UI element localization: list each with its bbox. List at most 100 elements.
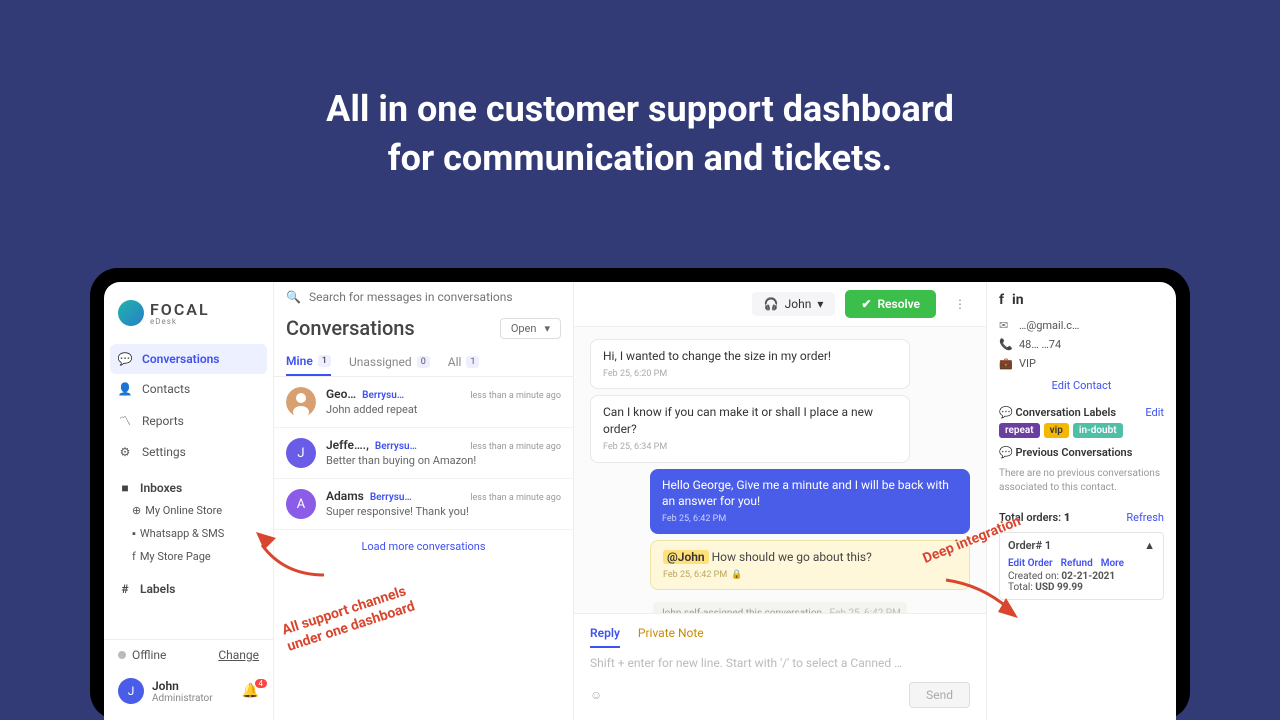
refund-link[interactable]: Refund [1061,558,1093,569]
hero-title: All in one customer support dashboard fo… [0,0,1280,182]
refresh-orders-link[interactable]: Refresh [1126,511,1164,524]
user-role: Administrator [152,693,213,704]
conversation-list: Geo…Berrysu…less than a minute ago John … [274,377,573,720]
avatar: A [286,489,316,519]
app-frame: FOCAL eDesk 💬 Conversations 👤 Contacts 〽… [90,268,1190,720]
search-icon: 🔍 [286,290,301,304]
conversation-item[interactable]: Geo…Berrysu…less than a minute ago John … [274,377,573,428]
check-icon: ✔ [861,297,871,311]
reply-input[interactable]: Shift + enter for new line. Start with '… [590,656,970,676]
prev-conv-empty: There are no previous conversations asso… [999,463,1164,503]
nav-labels-header[interactable]: # Labels [104,568,273,600]
contact-email: …@gmail.c… [1019,319,1079,332]
conversation-item[interactable]: A AdamsBerrysu…less than a minute ago Su… [274,479,573,530]
chevron-down-icon: ▾ [817,297,823,311]
search-input[interactable] [309,290,561,304]
mention: @John [663,550,709,564]
sidebar: FOCAL eDesk 💬 Conversations 👤 Contacts 〽… [104,282,274,720]
emoji-icon[interactable]: ☺ [590,688,602,702]
chat-column: 🎧 John ▾ ✔ Resolve ⋮ Hi, I wanted to cha… [574,282,986,720]
message-inbound: Hi, I wanted to change the size in my or… [590,339,910,389]
email-icon: ✉ [999,319,1011,332]
facebook-icon[interactable]: f [999,292,1004,308]
chevron-down-icon: ▾ [544,322,550,335]
linkedin-icon[interactable]: in [1012,292,1024,308]
user-row[interactable]: J John Administrator 🔔4 [104,670,273,712]
contact-tier: VIP [1019,357,1036,370]
bell-icon[interactable]: 🔔4 [242,683,259,699]
order-toggle[interactable]: Order# 1▲ [1008,539,1155,552]
nav-reports[interactable]: 〽 Reports [104,404,273,437]
send-button[interactable]: Send [909,682,970,708]
reply-tabs: Reply Private Note [574,613,986,648]
briefcase-icon: 💼 [999,357,1011,370]
assignee-dropdown[interactable]: 🎧 John ▾ [752,292,836,316]
avatar: J [118,678,144,704]
nav-inboxes-header[interactable]: ■ Inboxes [104,467,273,499]
label-in-doubt[interactable]: in-doubt [1073,423,1123,438]
order-card: Order# 1▲ Edit Order Refund More Created… [999,532,1164,600]
chat-icon: 💬 [999,406,1013,419]
tab-unassigned[interactable]: Unassigned0 [349,348,430,376]
load-more-link[interactable]: Load more conversations [274,530,573,563]
labels-header: 💬 Conversation Labels Edit [999,398,1164,423]
more-menu-button[interactable]: ⋮ [946,293,974,315]
status-change-link[interactable]: Change [218,648,259,662]
status-row: Offline Change [104,639,273,670]
status-dot-icon [118,651,126,659]
contact-phone: 48… …74 [1019,338,1061,351]
hash-icon: # [118,582,132,596]
tab-private-note[interactable]: Private Note [638,622,704,648]
prev-conv-header: 💬 Previous Conversations [999,438,1164,463]
nav-contacts[interactable]: 👤 Contacts [104,374,273,404]
logo-mark-icon [118,300,144,326]
message-outbound: Hello George, Give me a minute and I wil… [650,469,970,534]
details-column: f in ✉ …@gmail.c… 📞 48… …74 💼 VIP Edit Cont… [986,282,1176,720]
resolve-button[interactable]: ✔ Resolve [845,290,936,318]
logo: FOCAL eDesk [104,290,273,344]
status-filter-dropdown[interactable]: Open▾ [500,318,561,339]
lock-icon: 🔒 [731,569,742,582]
conversation-tabs: Mine1 Unassigned0 All1 [274,348,573,377]
chart-icon: 〽 [118,412,132,429]
sms-icon: ▪ [132,527,136,540]
tab-reply[interactable]: Reply [590,622,620,648]
search-row: 🔍 [274,282,573,312]
avatar [286,387,316,417]
label-vip[interactable]: vip [1044,423,1069,438]
messages: Hi, I wanted to change the size in my or… [574,327,986,613]
order-total: Total: USD 99.99 [1008,582,1155,593]
tab-all[interactable]: All1 [448,348,480,376]
tab-mine[interactable]: Mine1 [286,348,331,376]
chat-header: 🎧 John ▾ ✔ Resolve ⋮ [574,282,986,327]
edit-order-link[interactable]: Edit Order [1008,558,1053,569]
inbox-online-store[interactable]: ⊕My Online Store [104,499,273,522]
globe-icon: ⊕ [132,504,141,517]
chevron-up-icon: ▲ [1144,539,1155,552]
inbox-store-page[interactable]: fMy Store Page [104,545,273,568]
message-private-note: @John How should we go about this? Feb 2… [650,540,970,590]
avatar: J [286,438,316,468]
person-icon: 👤 [118,382,132,396]
sliders-icon: ⚙ [118,445,132,459]
status-text: Offline [132,648,166,662]
orders-header: Total orders: 1 Refresh [999,503,1164,528]
nav-settings[interactable]: ⚙ Settings [104,437,273,467]
inbox-whatsapp-sms[interactable]: ▪Whatsapp & SMS [104,522,273,545]
edit-contact-link[interactable]: Edit Contact [999,373,1164,398]
chat-icon: 💬 [118,352,132,366]
edit-labels-link[interactable]: Edit [1145,406,1164,419]
label-repeat[interactable]: repeat [999,423,1040,438]
nav-conversations[interactable]: 💬 Conversations [110,344,267,374]
order-more-link[interactable]: More [1101,558,1124,569]
social-row: f in [999,292,1164,308]
phone-icon: 📞 [999,338,1011,351]
chat-icon: 💬 [999,446,1013,459]
conversations-column: 🔍 Conversations Open▾ Mine1 Unassigned0 … [274,282,574,720]
conversation-item[interactable]: J Jeffe….,Berrysu…less than a minute ago… [274,428,573,479]
user-name: John [152,679,213,693]
facebook-icon: f [132,550,136,563]
conversations-title: Conversations [286,316,415,340]
message-inbound: Can I know if you can make it or shall I… [590,395,910,462]
folder-icon: ■ [118,481,132,495]
